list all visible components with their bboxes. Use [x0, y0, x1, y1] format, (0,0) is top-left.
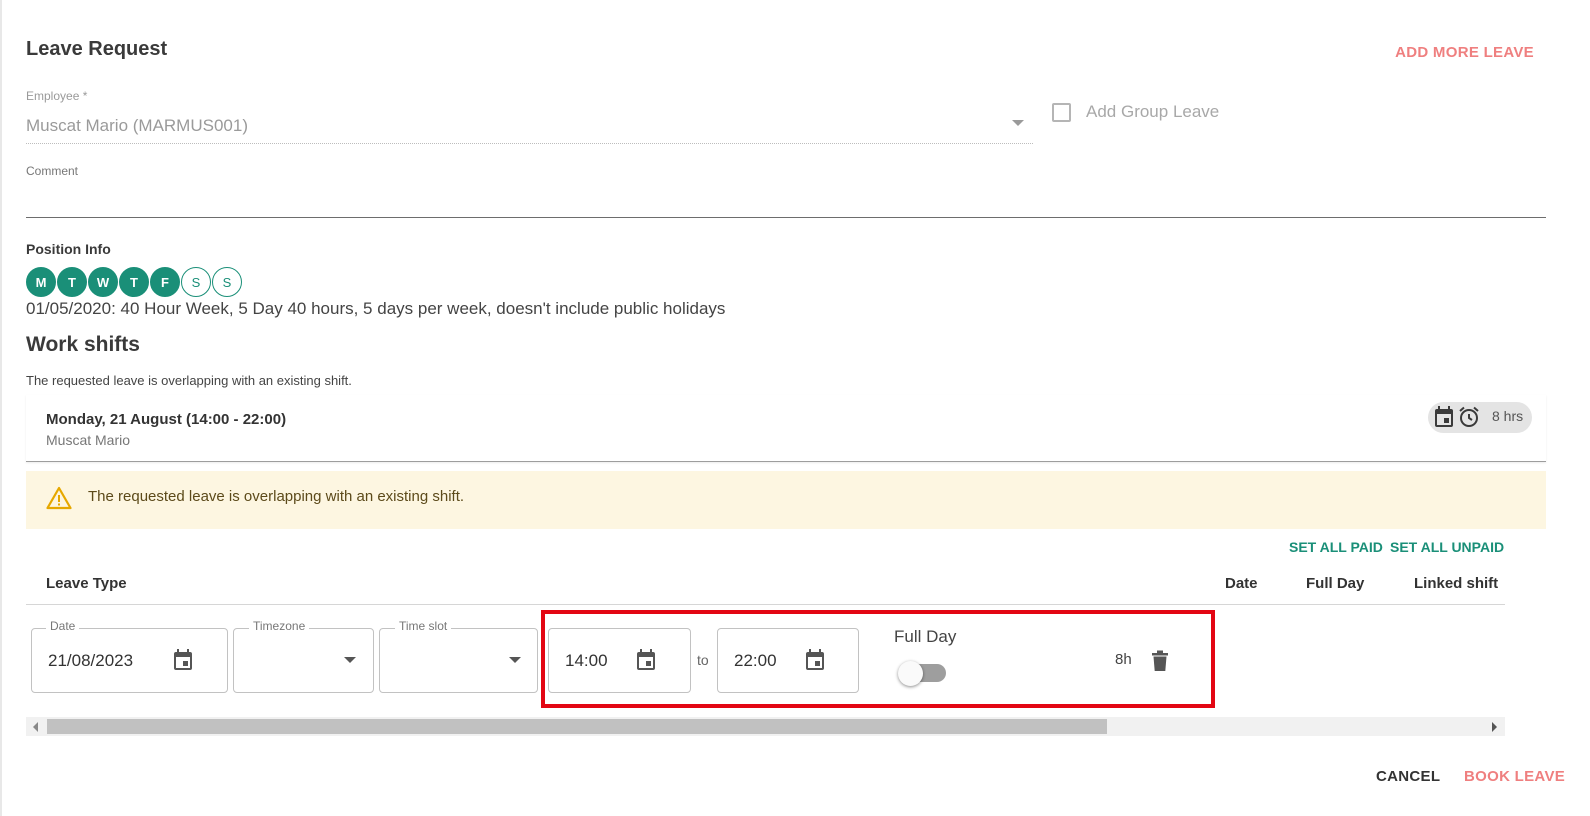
- scroll-left-arrow-icon[interactable]: [33, 722, 38, 732]
- day-friday: F: [150, 267, 180, 297]
- comment-label: Comment: [26, 164, 79, 178]
- chevron-down-icon[interactable]: [344, 657, 356, 663]
- date-value[interactable]: 21/08/2023: [48, 651, 133, 671]
- weekday-indicators: M T W T F S S: [26, 267, 243, 297]
- book-leave-button[interactable]: BOOK LEAVE: [1464, 768, 1565, 785]
- alarm-clock-icon: [1459, 406, 1479, 427]
- employee-field-label: Employee *: [26, 89, 88, 103]
- position-description: 01/05/2020: 40 Hour Week, 5 Day 40 hours…: [26, 299, 726, 318]
- shift-card[interactable]: [26, 395, 1546, 462]
- set-all-unpaid-button[interactable]: SET ALL UNPAID: [1390, 539, 1504, 555]
- table-header-divider: [26, 604, 1505, 605]
- overlap-warning-text: The requested leave is overlapping with …: [88, 488, 465, 505]
- shift-hours: 8 hrs: [1492, 408, 1524, 424]
- day-saturday: S: [181, 267, 211, 297]
- work-shifts-title: Work shifts: [26, 333, 140, 356]
- group-leave-checkbox[interactable]: [1052, 103, 1071, 122]
- day-wednesday: W: [88, 267, 118, 297]
- employee-select-underline: [26, 143, 1033, 144]
- work-shifts-note: The requested leave is overlapping with …: [26, 373, 352, 388]
- shift-employee: Muscat Mario: [46, 432, 131, 448]
- calendar-icon[interactable]: [172, 648, 194, 672]
- header-linked-shift: Linked shift: [1414, 575, 1499, 592]
- scroll-right-arrow-icon[interactable]: [1492, 722, 1497, 732]
- time-slot-label: Time slot: [395, 619, 452, 633]
- day-monday: M: [26, 267, 56, 297]
- day-sunday: S: [212, 267, 242, 297]
- employee-select[interactable]: Muscat Mario (MARMUS001): [26, 116, 248, 136]
- calendar-icon: [1435, 406, 1453, 427]
- header-leave-type: Leave Type: [46, 575, 127, 592]
- scrollbar-thumb[interactable]: [47, 719, 1107, 734]
- comment-input[interactable]: [26, 217, 1546, 218]
- group-leave-label: Add Group Leave: [1086, 102, 1220, 121]
- day-tuesday: T: [57, 267, 87, 297]
- day-thursday: T: [119, 267, 149, 297]
- timezone-label: Timezone: [249, 619, 310, 633]
- dialog-left-edge: [0, 0, 2, 816]
- highlight-box: [541, 610, 1215, 708]
- header-date: Date: [1225, 575, 1258, 592]
- chevron-down-icon[interactable]: [509, 657, 521, 663]
- chevron-down-icon[interactable]: [1012, 120, 1024, 126]
- set-all-paid-button[interactable]: SET ALL PAID: [1289, 539, 1383, 555]
- dialog-title: Leave Request: [26, 38, 168, 60]
- shift-title: Monday, 21 August (14:00 - 22:00): [46, 411, 287, 428]
- cancel-button[interactable]: CANCEL: [1376, 768, 1440, 785]
- position-info-title: Position Info: [26, 241, 111, 257]
- header-full-day: Full Day: [1306, 575, 1365, 592]
- warning-icon: [46, 486, 72, 510]
- date-field-label: Date: [46, 619, 80, 633]
- add-more-leave-button[interactable]: ADD MORE LEAVE: [1395, 44, 1534, 61]
